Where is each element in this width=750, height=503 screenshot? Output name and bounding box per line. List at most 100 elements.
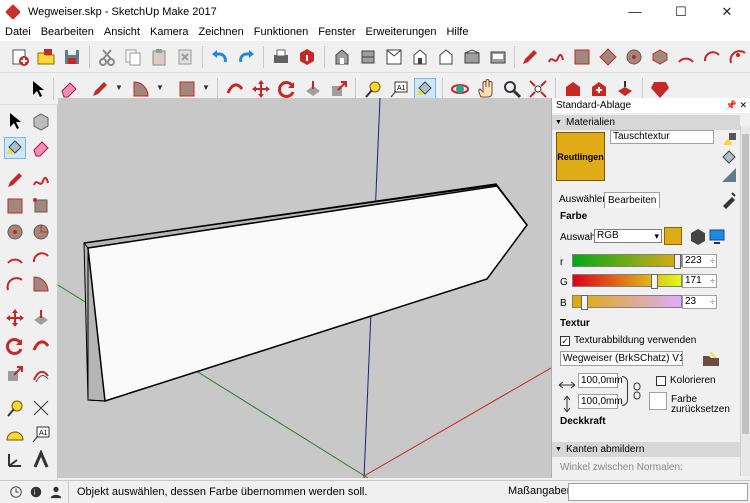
freehand-icon[interactable] xyxy=(545,46,567,68)
blue-slider-thumb[interactable] xyxy=(581,295,588,310)
line-pencil-icon[interactable] xyxy=(89,78,111,100)
bottom-view-icon[interactable] xyxy=(487,46,509,68)
tape-measure-icon[interactable] xyxy=(362,78,384,100)
tab-bearbeiten[interactable]: Bearbeiten xyxy=(604,192,661,208)
open-file-icon[interactable] xyxy=(35,46,57,68)
reset-color-swatch[interactable] xyxy=(649,392,667,410)
freehand-left-icon[interactable] xyxy=(30,169,52,191)
blue-slider[interactable] xyxy=(572,295,682,310)
arc-left-icon[interactable] xyxy=(4,247,26,269)
protractor-left-icon[interactable] xyxy=(4,423,26,445)
pencil-dropdown-icon[interactable]: ▼ xyxy=(115,83,123,92)
menu-erweiterungen[interactable]: Erweiterungen xyxy=(361,26,442,38)
red-value-field[interactable]: 223 xyxy=(682,254,717,268)
arc-tool-icon[interactable] xyxy=(130,78,152,100)
unlock-aspect-icon[interactable] xyxy=(626,380,648,402)
model-viewport[interactable] xyxy=(58,98,551,478)
extension-warehouse-icon[interactable] xyxy=(649,78,671,100)
menu-funktionen[interactable]: Funktionen xyxy=(249,26,313,38)
rotated-rectangle-left-icon[interactable] xyxy=(30,195,52,217)
circle-left-icon[interactable] xyxy=(4,221,26,243)
cut-icon[interactable] xyxy=(96,46,118,68)
menu-ansicht[interactable]: Ansicht xyxy=(99,26,145,38)
colorize-checkbox[interactable] xyxy=(656,376,666,386)
rotate-left-icon[interactable] xyxy=(4,335,26,357)
geo-location-icon[interactable] xyxy=(8,484,24,500)
red-slider[interactable] xyxy=(572,254,682,269)
menu-hilfe[interactable]: Hilfe xyxy=(441,26,473,38)
arc-dropdown-icon[interactable]: ▼ xyxy=(156,83,164,92)
undo-icon[interactable] xyxy=(209,46,231,68)
texture-height-field[interactable]: 100,0mm xyxy=(578,394,623,409)
iso-view-icon[interactable] xyxy=(331,46,353,68)
tab-auswaehlen[interactable]: Auswählen xyxy=(556,192,611,208)
zoom-icon[interactable] xyxy=(501,78,523,100)
axes-left-icon[interactable] xyxy=(4,449,26,471)
pan-hand-icon[interactable] xyxy=(475,78,497,100)
paste-icon[interactable] xyxy=(148,46,170,68)
browse-texture-icon[interactable] xyxy=(700,348,722,370)
use-texture-checkbox[interactable]: ✓ xyxy=(560,336,570,346)
material-swatch[interactable]: Reutlingen xyxy=(556,132,605,181)
polygon-left-icon[interactable] xyxy=(30,221,52,243)
menu-bearbeiten[interactable]: Bearbeiten xyxy=(36,26,99,38)
texture-file-field[interactable]: Wegweiser (BrkSChatz) V1.png xyxy=(560,351,683,366)
dimension-left-icon[interactable] xyxy=(30,397,52,419)
pencil-icon[interactable] xyxy=(519,46,541,68)
tray-scrollbar[interactable] xyxy=(740,126,750,476)
select-tool-icon[interactable] xyxy=(4,110,26,132)
blue-value-field[interactable]: 23 xyxy=(682,295,717,309)
shape-dropdown-icon[interactable]: ▼ xyxy=(202,83,210,92)
follow-me-icon[interactable] xyxy=(302,78,324,100)
zoom-extents-icon[interactable] xyxy=(527,78,549,100)
rectangle-left-icon[interactable] xyxy=(4,195,26,217)
menu-kamera[interactable]: Kamera xyxy=(145,26,194,38)
share-model-icon[interactable] xyxy=(588,78,610,100)
green-slider[interactable] xyxy=(572,274,682,289)
top-view-icon[interactable] xyxy=(357,46,379,68)
scale-left-icon[interactable] xyxy=(4,363,26,385)
red-slider-thumb[interactable] xyxy=(674,254,681,269)
green-slider-thumb[interactable] xyxy=(651,274,658,289)
reset-color-label[interactable]: Farbe zurücksetzen xyxy=(671,395,741,415)
warehouse-icon[interactable] xyxy=(562,78,584,100)
menu-fenster[interactable]: Fenster xyxy=(313,26,360,38)
arc-icon[interactable] xyxy=(675,46,697,68)
line-left-icon[interactable] xyxy=(4,169,26,191)
sample-paint-icon[interactable] xyxy=(718,188,740,210)
copy-icon[interactable] xyxy=(122,46,144,68)
save-icon[interactable] xyxy=(61,46,83,68)
color-picker-select[interactable]: RGB xyxy=(594,229,662,243)
materials-header[interactable]: Materialien xyxy=(552,115,740,130)
maximize-button[interactable]: ☐ xyxy=(658,0,704,23)
rotate-icon[interactable] xyxy=(276,78,298,100)
model-info-icon[interactable] xyxy=(296,46,318,68)
front-view-icon[interactable] xyxy=(383,46,405,68)
pie-left-icon[interactable] xyxy=(30,273,52,295)
push-pull-icon[interactable] xyxy=(224,78,246,100)
texture-width-field[interactable]: 100,0mm xyxy=(578,373,623,388)
follow-me-left-icon[interactable] xyxy=(30,335,52,357)
text-tool-icon[interactable]: A1 xyxy=(388,78,410,100)
signpost-face[interactable] xyxy=(87,185,528,402)
tray-pin-close-icon[interactable]: 📌 ✕ xyxy=(726,98,747,113)
select-arrow-icon[interactable] xyxy=(27,78,49,100)
eraser-icon[interactable] xyxy=(58,78,80,100)
close-button[interactable]: ✕ xyxy=(704,0,750,23)
move-left-icon[interactable] xyxy=(4,307,26,329)
redo-icon[interactable] xyxy=(235,46,257,68)
circle-icon[interactable] xyxy=(623,46,645,68)
material-swatch-toggle-icon[interactable] xyxy=(718,164,740,186)
three-point-arc-left-icon[interactable] xyxy=(4,273,26,295)
polygon-icon[interactable] xyxy=(649,46,671,68)
two-point-arc-left-icon[interactable] xyxy=(30,247,52,269)
left-view-icon[interactable] xyxy=(461,46,483,68)
green-value-field[interactable]: 171 xyxy=(682,274,717,288)
scale-icon[interactable] xyxy=(328,78,350,100)
paint-bucket-left-icon[interactable] xyxy=(4,137,26,159)
offset-left-icon[interactable] xyxy=(30,363,52,385)
material-name-field[interactable]: Tauschtextur xyxy=(610,130,714,144)
share-component-icon[interactable] xyxy=(614,78,636,100)
text-left-icon[interactable]: A1 xyxy=(30,423,52,445)
paint-bucket-icon[interactable] xyxy=(414,78,436,100)
